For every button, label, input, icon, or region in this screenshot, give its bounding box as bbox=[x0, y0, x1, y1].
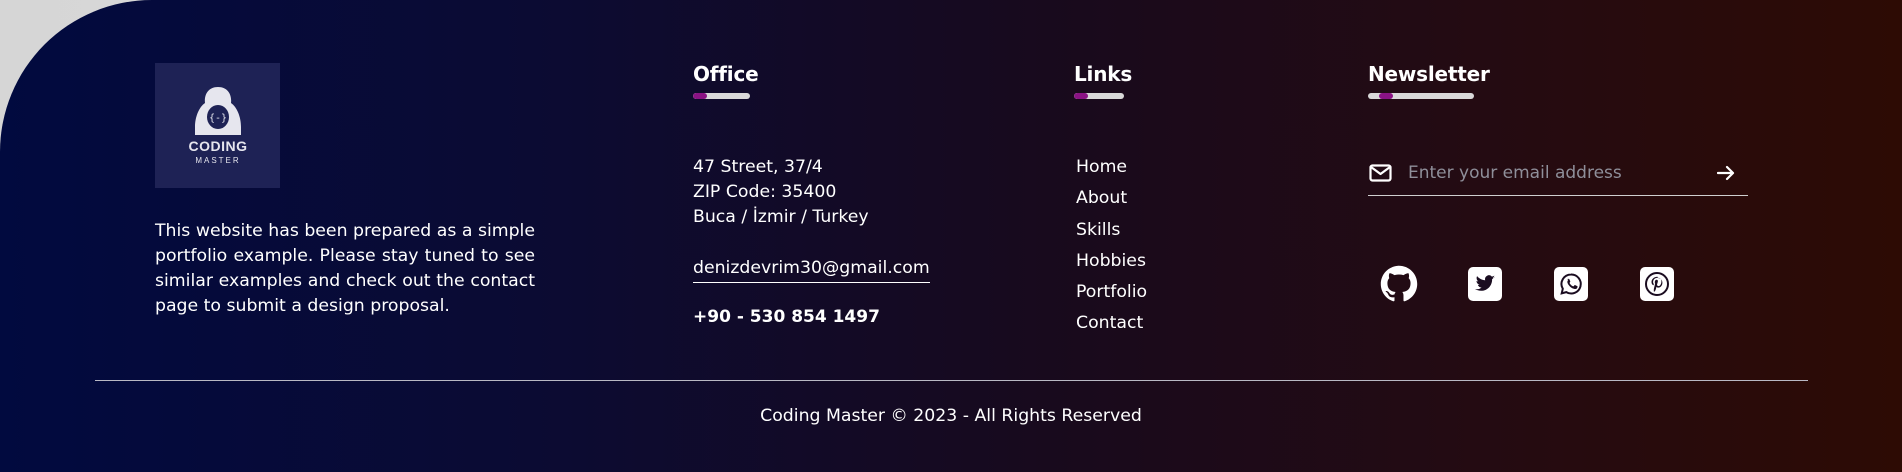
envelope-icon bbox=[1368, 161, 1392, 185]
office-title-underline bbox=[693, 93, 750, 99]
footer-link-contact[interactable]: Contact bbox=[1076, 310, 1147, 341]
newsletter-title: Newsletter bbox=[1368, 62, 1490, 86]
pinterest-link[interactable] bbox=[1638, 265, 1676, 303]
site-logo[interactable]: {-} CODING MASTER bbox=[155, 63, 280, 188]
newsletter-form bbox=[1368, 150, 1748, 196]
footer-link-hobbies[interactable]: Hobbies bbox=[1076, 248, 1147, 279]
hooded-coder-logo-icon: {-} CODING MASTER bbox=[188, 86, 247, 165]
newsletter-email-input[interactable] bbox=[1406, 161, 1712, 184]
copyright-text: Coding Master © 2023 - All Rights Reserv… bbox=[760, 406, 1142, 426]
page: {-} CODING MASTER This website has been … bbox=[0, 0, 1902, 472]
footer-link-about[interactable]: About bbox=[1076, 185, 1147, 216]
logo-text-top: CODING bbox=[188, 138, 247, 154]
footer-link-home[interactable]: Home bbox=[1076, 154, 1147, 185]
site-footer: {-} CODING MASTER This website has been … bbox=[0, 0, 1902, 472]
office-title: Office bbox=[693, 62, 759, 86]
newsletter-submit-button[interactable] bbox=[1712, 159, 1740, 187]
github-icon bbox=[1380, 265, 1418, 302]
address-line: Buca / İzmir / Turkey bbox=[693, 207, 869, 227]
underline-accent bbox=[1074, 93, 1088, 99]
office-email-link[interactable]: denizdevrim30@gmail.com bbox=[693, 256, 930, 283]
twitter-icon bbox=[1468, 267, 1502, 301]
underline-accent bbox=[1379, 93, 1393, 99]
whatsapp-icon bbox=[1554, 267, 1588, 301]
pinterest-icon bbox=[1640, 267, 1674, 301]
office-phone: +90 - 530 854 1497 bbox=[693, 307, 880, 327]
github-link[interactable] bbox=[1380, 265, 1418, 303]
whatsapp-link[interactable] bbox=[1552, 265, 1590, 303]
newsletter-title-underline bbox=[1368, 93, 1474, 99]
footer-links: Home About Skills Hobbies Portfolio Cont… bbox=[1076, 154, 1147, 342]
footer-link-portfolio[interactable]: Portfolio bbox=[1076, 279, 1147, 310]
footer-link-skills[interactable]: Skills bbox=[1076, 217, 1147, 248]
logo-glyph: {-} bbox=[208, 113, 226, 124]
about-description: This website has been prepared as a simp… bbox=[155, 221, 535, 316]
address-line: 47 Street, 37/4 bbox=[693, 157, 823, 177]
underline-accent bbox=[693, 93, 707, 99]
twitter-link[interactable] bbox=[1466, 265, 1504, 303]
arrow-right-icon bbox=[1717, 165, 1735, 180]
links-title-underline bbox=[1074, 93, 1124, 99]
office-address: 47 Street, 37/4 ZIP Code: 35400 Buca / İ… bbox=[693, 155, 869, 230]
links-title: Links bbox=[1074, 62, 1133, 86]
footer-divider bbox=[95, 380, 1808, 381]
address-line: ZIP Code: 35400 bbox=[693, 182, 837, 202]
logo-text-bottom: MASTER bbox=[195, 156, 240, 165]
